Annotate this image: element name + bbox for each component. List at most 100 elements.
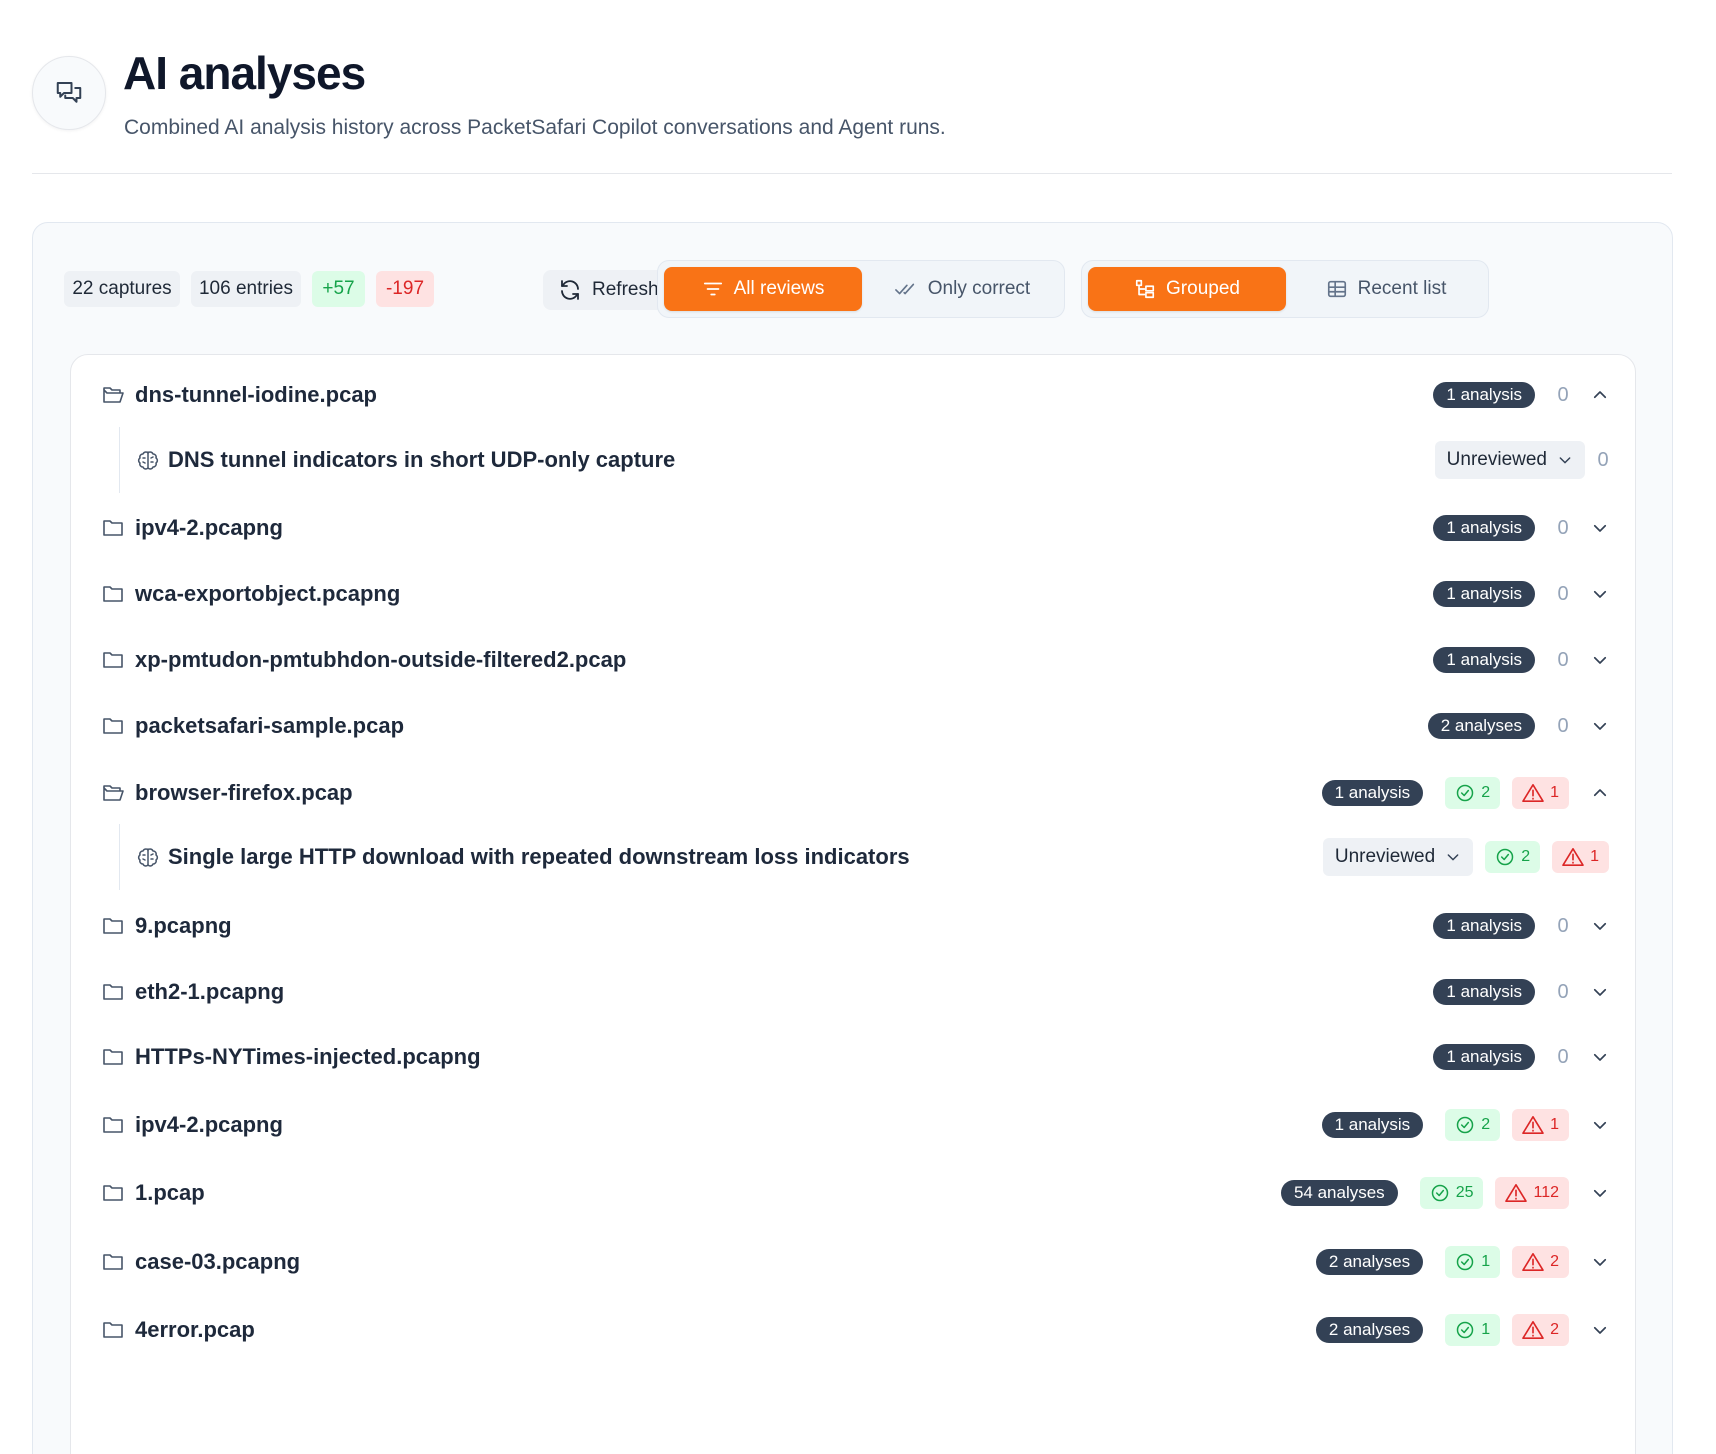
chat-bubbles-icon <box>32 56 106 130</box>
capture-file-name: case-03.pcapng <box>135 1249 301 1274</box>
analysis-entry-row[interactable]: DNS tunnel indicators in short UDP-only … <box>119 427 1609 493</box>
filter-icon <box>702 278 724 300</box>
capture-group-row[interactable]: ipv4-2.pcapng 1 analysis 2 1 <box>71 1100 1637 1150</box>
analysis-count-badge: 1 analysis <box>1433 1044 1535 1070</box>
capture-group-row[interactable]: 9.pcapng 1 analysis 0 <box>71 901 1637 951</box>
issue-count: 112 <box>1533 1184 1559 1201</box>
chevron-down-icon <box>1445 849 1461 865</box>
feedback-score: 0 <box>1557 582 1569 605</box>
chevron-down-icon[interactable] <box>1591 983 1609 1001</box>
page-header: AI analyses Combined AI analysis history… <box>32 44 1672 174</box>
review-status-dropdown[interactable]: Unreviewed <box>1434 441 1585 479</box>
capture-group-row[interactable]: 1.pcap 54 analyses 25 112 <box>71 1168 1637 1218</box>
issue-count: 1 <box>1590 848 1599 865</box>
feedback-score: 0 <box>1597 448 1609 471</box>
capture-group-row[interactable]: case-03.pcapng 2 analyses 1 2 <box>71 1237 1637 1287</box>
group-meta: 1 analysis 0 <box>1433 975 1609 1009</box>
chevron-down-icon[interactable] <box>1591 1048 1609 1066</box>
brain-icon <box>136 845 160 869</box>
capture-group-row[interactable]: eth2-1.pcapng 1 analysis 0 <box>71 967 1637 1017</box>
negative-feedback-badge: -197 <box>376 271 434 307</box>
refresh-button[interactable]: Refresh <box>543 270 673 310</box>
correct-count-pill: 2 <box>1445 777 1501 809</box>
positive-feedback-badge: +57 <box>312 271 365 307</box>
chevron-down-icon[interactable] <box>1591 519 1609 537</box>
analysis-count-badge: 1 analysis <box>1433 382 1535 408</box>
all-reviews-button[interactable]: All reviews <box>664 267 862 311</box>
entries-count-badge: 106 entries <box>191 271 301 307</box>
capture-group-row[interactable]: packetsafari-sample.pcap 2 analyses 0 <box>71 701 1637 751</box>
correct-count: 2 <box>1481 784 1491 801</box>
chevron-down-icon[interactable] <box>1591 585 1609 603</box>
feedback-score: 0 <box>1557 648 1569 671</box>
check-circle-icon <box>1455 1320 1475 1340</box>
all-reviews-label: All reviews <box>733 278 825 299</box>
capture-group-row[interactable]: browser-firefox.pcap 1 analysis 2 1 <box>71 768 1637 818</box>
issue-count-pill: 1 <box>1552 841 1609 873</box>
analysis-title[interactable]: Single large HTTP download with repeated… <box>168 844 910 870</box>
analysis-count-badge: 1 analysis <box>1433 515 1535 541</box>
feedback-score: 0 <box>1557 914 1569 937</box>
feedback-pills: 21 <box>1485 841 1609 873</box>
only-correct-button[interactable]: Only correct <box>864 267 1060 311</box>
analysis-meta: Unreviewed 2 1 <box>1322 837 1609 877</box>
review-filter-toggle: All reviews Only correct <box>657 260 1065 318</box>
correct-count-pill: 1 <box>1445 1314 1501 1346</box>
chevron-down-icon[interactable] <box>1591 1253 1609 1271</box>
tree-rail <box>119 824 120 890</box>
issue-count-pill: 112 <box>1495 1177 1569 1209</box>
issue-count: 1 <box>1550 784 1559 801</box>
grouped-tree-icon <box>1134 278 1156 300</box>
analysis-count-badge: 1 analysis <box>1321 780 1424 806</box>
recent-list-button[interactable]: Recent list <box>1288 267 1484 311</box>
capture-file-name: 4error.pcap <box>135 1317 255 1342</box>
capture-file-name: HTTPs-NYTimes-injected.pcapng <box>135 1044 481 1069</box>
capture-file-name: wca-exportobject.pcapng <box>135 581 401 606</box>
chevron-down-icon[interactable] <box>1591 1321 1609 1339</box>
folder-icon <box>101 1318 125 1342</box>
refresh-label: Refresh <box>592 279 659 300</box>
chevron-up-icon[interactable] <box>1591 386 1609 404</box>
feedback-score: 0 <box>1557 516 1569 539</box>
capture-file-name: 1.pcap <box>135 1180 205 1205</box>
analysis-title[interactable]: DNS tunnel indicators in short UDP-only … <box>168 447 675 473</box>
issue-count: 2 <box>1550 1253 1559 1270</box>
capture-group-row[interactable]: wca-exportobject.pcapng 1 analysis 0 <box>71 569 1637 619</box>
capture-file-name: eth2-1.pcapng <box>135 979 285 1004</box>
capture-file-name: ipv4-2.pcapng <box>135 515 283 540</box>
capture-group-row[interactable]: 4error.pcap 2 analyses 1 2 <box>71 1305 1637 1355</box>
analysis-count-badge: 1 analysis <box>1433 913 1535 939</box>
issue-count: 1 <box>1550 1116 1559 1133</box>
analysis-entry-row[interactable]: Single large HTTP download with repeated… <box>119 824 1609 890</box>
analysis-count-badge: 1 analysis <box>1321 1112 1424 1138</box>
feedback-score: 0 <box>1557 1045 1569 1068</box>
correct-count: 2 <box>1521 848 1531 865</box>
page-title: AI analyses <box>123 47 366 99</box>
chevron-down-icon[interactable] <box>1591 1184 1609 1202</box>
group-meta: 1 analysis 0 <box>1433 378 1609 412</box>
analysis-count-badge: 2 analyses <box>1427 713 1535 739</box>
capture-group-row[interactable]: xp-pmtudon-pmtubhdon-outside-filtered2.p… <box>71 635 1637 685</box>
capture-file-name: 9.pcapng <box>135 913 232 938</box>
folder-icon <box>101 648 125 672</box>
chevron-down-icon[interactable] <box>1591 917 1609 935</box>
chevron-down-icon[interactable] <box>1591 1116 1609 1134</box>
capture-group-row[interactable]: HTTPs-NYTimes-injected.pcapng 1 analysis 0 <box>71 1032 1637 1082</box>
refresh-icon <box>558 278 582 302</box>
review-status-dropdown[interactable]: Unreviewed <box>1322 838 1474 876</box>
grouped-view-button[interactable]: Grouped <box>1088 267 1286 311</box>
capture-group-row[interactable]: dns-tunnel-iodine.pcap 1 analysis 0 <box>71 370 1637 420</box>
chevron-down-icon[interactable] <box>1591 651 1609 669</box>
chevron-down-icon[interactable] <box>1591 717 1609 735</box>
folder-icon <box>101 1113 125 1137</box>
analysis-count-badge: 54 analyses <box>1280 1180 1398 1206</box>
feedback-pills: 12 <box>1445 1314 1569 1346</box>
capture-group-row[interactable]: ipv4-2.pcapng 1 analysis 0 <box>71 503 1637 553</box>
group-meta: 54 analyses 25 112 <box>1280 1176 1609 1210</box>
capture-file-name: xp-pmtudon-pmtubhdon-outside-filtered2.p… <box>135 647 627 672</box>
page-subtitle: Combined AI analysis history across Pack… <box>124 116 946 139</box>
capture-group-list: dns-tunnel-iodine.pcap 1 analysis 0 DNS tun… <box>70 354 1636 1454</box>
only-correct-label: Only correct <box>927 278 1031 299</box>
grouped-label: Grouped <box>1166 278 1240 299</box>
chevron-up-icon[interactable] <box>1591 784 1609 802</box>
